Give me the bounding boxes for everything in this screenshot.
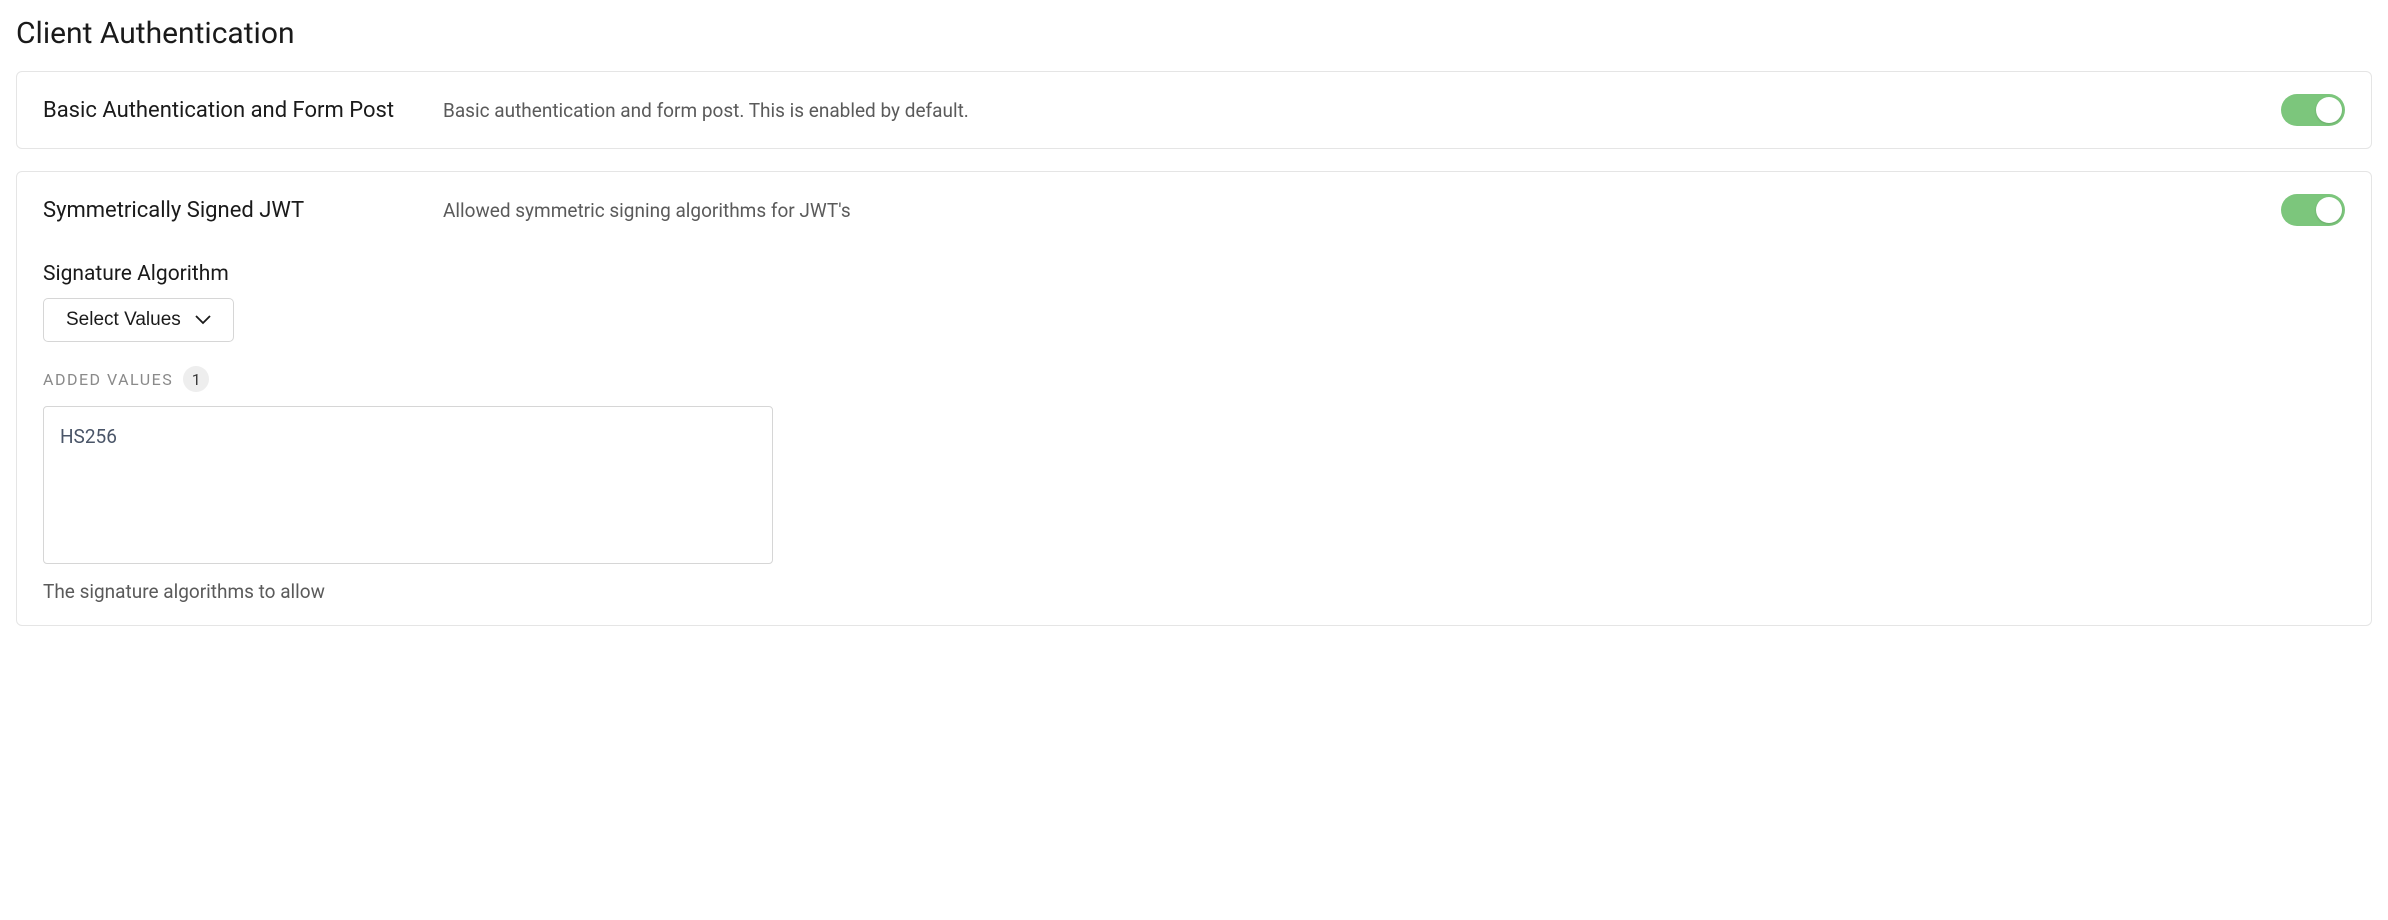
added-values-box[interactable]: HS256	[43, 406, 773, 564]
select-placeholder: Select Values	[66, 309, 181, 331]
added-values-label: ADDED VALUES	[43, 370, 173, 389]
value-item[interactable]: HS256	[60, 425, 756, 448]
added-values-row: ADDED VALUES 1	[43, 366, 2345, 392]
added-values-count-badge: 1	[183, 366, 209, 392]
basic-auth-description: Basic authentication and form post. This…	[443, 99, 2241, 122]
basic-auth-toggle[interactable]	[2281, 94, 2345, 126]
toggle-knob-icon	[2316, 197, 2342, 223]
jwt-title: Symmetrically Signed JWT	[43, 198, 403, 223]
chevron-down-icon	[195, 315, 211, 325]
signature-algorithm-select[interactable]: Select Values	[43, 298, 234, 342]
basic-auth-title: Basic Authentication and Form Post	[43, 98, 403, 123]
basic-auth-card: Basic Authentication and Form Post Basic…	[16, 71, 2372, 149]
page-title: Client Authentication	[16, 16, 2372, 51]
jwt-description: Allowed symmetric signing algorithms for…	[443, 199, 2241, 222]
jwt-card: Symmetrically Signed JWT Allowed symmetr…	[16, 171, 2372, 626]
signature-algorithm-section: Signature Algorithm Select Values ADDED …	[43, 262, 2345, 603]
toggle-knob-icon	[2316, 97, 2342, 123]
signature-algorithm-label: Signature Algorithm	[43, 262, 2345, 286]
jwt-header-row: Symmetrically Signed JWT Allowed symmetr…	[43, 194, 2345, 226]
signature-help-text: The signature algorithms to allow	[43, 580, 2345, 603]
jwt-toggle[interactable]	[2281, 194, 2345, 226]
basic-auth-header-row: Basic Authentication and Form Post Basic…	[43, 94, 2345, 126]
